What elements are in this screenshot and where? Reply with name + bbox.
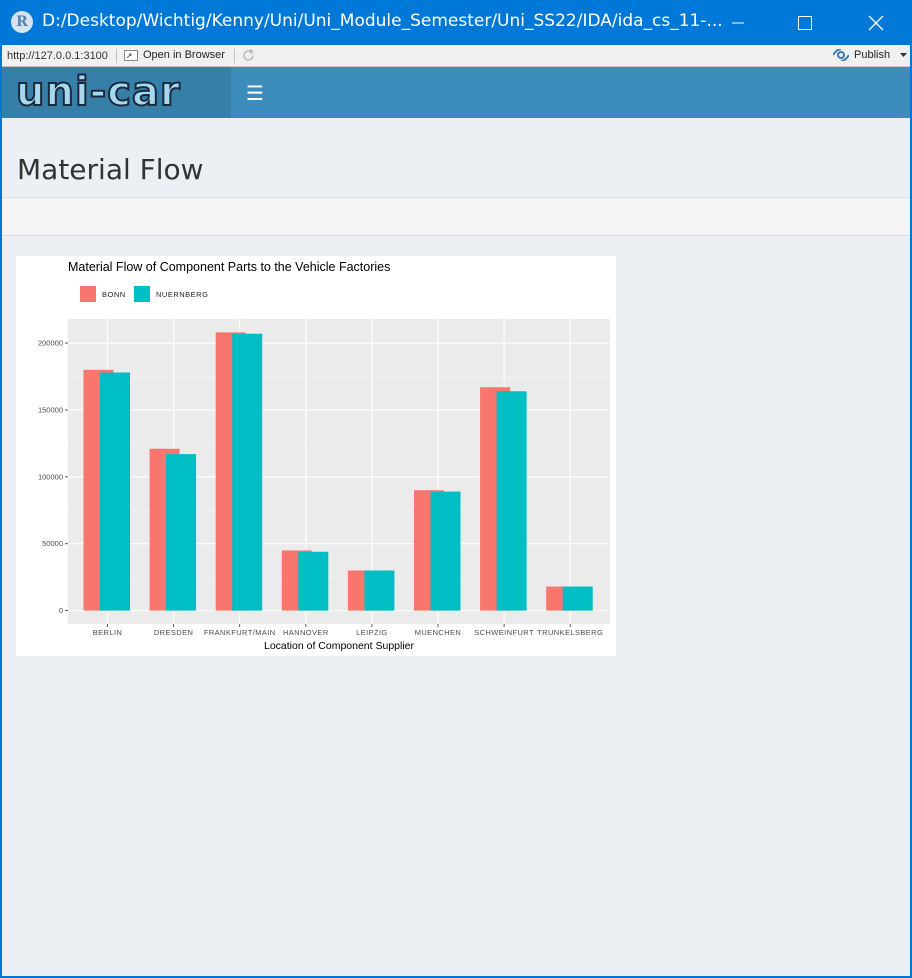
window-titlebar: R D:/Desktop/Wichtig/Kenny/Uni/Uni_Modul… — [0, 0, 912, 45]
y-tick-label: 100000 — [38, 472, 63, 481]
maximize-button[interactable] — [782, 0, 828, 45]
x-tick-label: FRANKFURT/MAIN — [204, 628, 276, 637]
publish-button[interactable]: Publish — [833, 49, 908, 61]
x-tick-label: HANNOVER — [283, 628, 329, 637]
legend-label: BONN — [102, 290, 126, 299]
toolbar-separator — [116, 49, 117, 63]
open-in-browser-button[interactable]: Open in Browser — [124, 49, 225, 61]
bar — [364, 570, 395, 611]
close-icon — [868, 15, 884, 30]
y-tick-label: 0 — [59, 606, 63, 615]
logo-text: uni-car — [15, 68, 181, 116]
plot-panel — [68, 319, 610, 624]
x-tick-label: BERLIN — [93, 628, 123, 637]
x-tick-label: SCHWEINFURT — [474, 628, 534, 637]
maximize-icon — [798, 15, 812, 30]
r-app-icon: R — [11, 11, 33, 33]
viewer-toolbar: http://127.0.0.1:3100 Open in Browser Pu… — [2, 45, 910, 67]
bar — [166, 454, 197, 611]
refresh-icon — [243, 48, 254, 61]
chevron-down-icon — [900, 52, 908, 57]
chart-container: Material Flow of Component Parts to the … — [16, 256, 616, 656]
x-tick-label: TRUNKELSBERG — [537, 628, 603, 637]
y-tick-label: 150000 — [38, 405, 63, 414]
hamburger-icon[interactable]: ☰ — [246, 81, 264, 106]
minimize-button[interactable] — [715, 0, 761, 45]
y-tick-label: 200000 — [38, 339, 63, 348]
toolbar-separator — [234, 49, 235, 63]
close-button[interactable] — [853, 0, 899, 45]
viewer-url: http://127.0.0.1:3100 — [7, 50, 108, 62]
bar — [430, 491, 461, 611]
logo[interactable]: uni-car — [2, 67, 231, 118]
chart-title: Material Flow of Component Parts to the … — [68, 260, 390, 274]
header-navbar: uni-car ☰ — [2, 67, 910, 118]
publish-label: Publish — [854, 49, 891, 61]
publish-icon — [833, 49, 849, 61]
minimize-icon — [732, 22, 744, 23]
page-title: Material Flow — [17, 153, 204, 186]
bar — [298, 551, 329, 611]
content-header-strip — [2, 197, 910, 236]
y-tick-label: 50000 — [42, 539, 63, 548]
x-tick-label: MUENCHEN — [415, 628, 462, 637]
bar — [496, 391, 527, 611]
bar — [562, 586, 593, 611]
browser-icon — [124, 49, 138, 61]
x-tick-label: DRESDEN — [154, 628, 193, 637]
legend-label: NUERNBERG — [156, 290, 208, 299]
bar — [100, 372, 130, 611]
legend-key — [80, 286, 96, 302]
bar-chart: Material Flow of Component Parts to the … — [38, 260, 610, 652]
bar — [232, 333, 263, 611]
legend-key — [134, 286, 150, 302]
refresh-button[interactable] — [241, 48, 256, 66]
window-title: D:/Desktop/Wichtig/Kenny/Uni/Uni_Module_… — [42, 11, 723, 31]
open-in-browser-label: Open in Browser — [143, 49, 225, 61]
x-tick-label: LEIPZIG — [356, 628, 388, 637]
x-axis-label: Location of Component Supplier — [264, 640, 415, 652]
shiny-page: uni-car ☰ Material Flow Material Flow of… — [2, 67, 910, 976]
